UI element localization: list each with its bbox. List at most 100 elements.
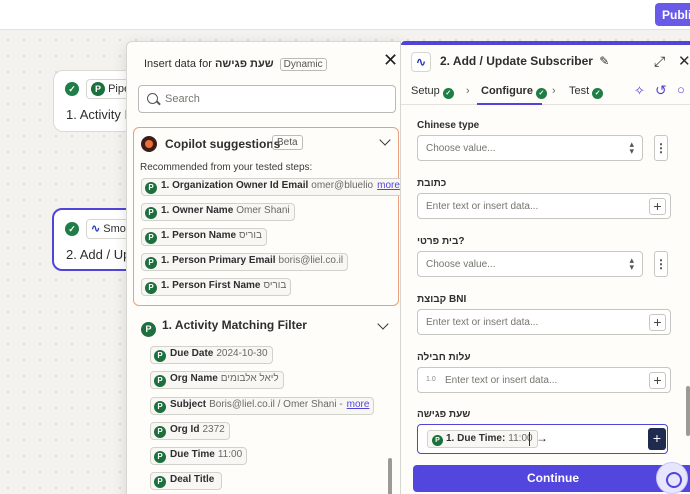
- field-label: קבוצת BNI: [417, 294, 467, 305]
- data-token[interactable]: P 1. Due Time: 11:00: [427, 430, 538, 448]
- up-down-icon: ▴ ▾: [629, 139, 634, 156]
- close-icon[interactable]: ✕: [678, 52, 690, 70]
- insert-data-icon[interactable]: +: [649, 314, 666, 331]
- input-placeholder: Enter text or insert data...: [445, 375, 558, 386]
- more-link[interactable]: more: [347, 399, 370, 410]
- close-icon[interactable]: ✕: [383, 51, 398, 69]
- pipedrive-icon: P: [145, 207, 157, 219]
- popover-heading: Insert data for שעת פגישה Dynamic: [144, 58, 327, 71]
- meeting-time-input[interactable]: P 1. Due Time: 11:00 → +: [417, 424, 668, 454]
- dynamic-badge[interactable]: Dynamic: [279, 58, 327, 71]
- suggestion-item[interactable]: P 1. Person First Name בוריס: [141, 278, 292, 296]
- item-key: 1. Owner Name: [161, 205, 234, 216]
- data-item[interactable]: P Org Name ליאל אלבומים: [150, 371, 284, 389]
- item-value: Boris@liel.co.il / Omer Shani -: [209, 399, 343, 410]
- insert-data-icon[interactable]: +: [649, 198, 666, 215]
- chevron-down-icon[interactable]: [379, 134, 391, 146]
- search-box[interactable]: [138, 85, 396, 113]
- step-complete-check-icon: ✓: [65, 222, 79, 236]
- input-placeholder: Enter text or insert data...: [426, 317, 539, 328]
- suggestion-item[interactable]: P 1. Organization Owner Id Email omer@blue…: [141, 178, 405, 196]
- search-icon: [147, 93, 158, 104]
- step-title: 1. Activity I: [66, 107, 129, 122]
- copilot-title: Copilot suggestions: [165, 137, 281, 151]
- data-item[interactable]: P Subject Boris@liel.co.il / Omer Shani - m…: [150, 397, 375, 415]
- continue-button[interactable]: Continue: [413, 465, 690, 492]
- tab-label: Setup: [411, 85, 440, 97]
- active-tab-indicator: [477, 103, 542, 105]
- suggestion-item[interactable]: P 1. Person Primary Email boris@liel.co.il: [141, 253, 349, 271]
- popover-scrollbar[interactable]: [388, 458, 392, 494]
- panel-header: ∿ 2. Add / Update Subscriber ✎ ⤢ ✕: [401, 45, 690, 77]
- panel-scrollbar[interactable]: [686, 386, 690, 436]
- up-down-icon: ▴ ▾: [629, 255, 634, 272]
- data-item[interactable]: P Deal Title: [150, 472, 223, 490]
- item-key: Org Id: [170, 424, 200, 435]
- heading-prefix: Insert data for: [144, 58, 212, 70]
- pipedrive-icon: P: [91, 82, 105, 96]
- pipedrive-icon: P: [145, 282, 157, 294]
- more-options-icon[interactable]: ⋮: [654, 251, 668, 277]
- chevron-down-icon[interactable]: [377, 318, 389, 330]
- item-key: Subject: [170, 399, 207, 410]
- more-options-icon[interactable]: ⋮: [654, 135, 668, 161]
- more-link[interactable]: more: [377, 180, 400, 191]
- field-label: עלות חבילה: [417, 352, 471, 363]
- item-value: omer@bluelio: [311, 180, 374, 191]
- item-key: 1. Organization Owner Id Email: [161, 180, 309, 191]
- sparkle-icon[interactable]: ✧: [634, 83, 645, 99]
- item-key: Due Time: [170, 449, 215, 460]
- select-placeholder: Choose value...: [426, 143, 496, 154]
- data-item[interactable]: P Due Time 11:00: [150, 447, 248, 465]
- chevron-right-icon: ›: [552, 85, 556, 97]
- package-cost-input[interactable]: 1.0 Enter text or insert data... +: [417, 367, 671, 393]
- smoove-icon: ∿: [91, 223, 101, 235]
- item-value: Omer Shani: [236, 205, 290, 216]
- chevron-right-icon: ›: [466, 85, 470, 97]
- check-icon: ✓: [535, 88, 547, 99]
- beta-badge: Beta: [272, 135, 303, 150]
- item-value: בוריס: [239, 230, 262, 241]
- pencil-icon[interactable]: ✎: [599, 54, 609, 68]
- step-section-header[interactable]: P 1. Activity Matching Filter: [141, 318, 307, 337]
- data-item[interactable]: P Org Id 2372: [150, 422, 230, 440]
- item-value: 2372: [202, 424, 225, 435]
- field-label: Chinese type: [417, 120, 480, 131]
- suggestion-item[interactable]: P 1. Person Name בוריס: [141, 228, 267, 246]
- expand-icon[interactable]: ⤢: [654, 53, 665, 70]
- data-item[interactable]: P Due Date 2024-10-30: [150, 346, 273, 364]
- select-placeholder: Choose value...: [426, 259, 496, 270]
- copilot-icon: [141, 136, 157, 152]
- item-value: boris@liel.co.il: [278, 255, 344, 266]
- token-key: 1. Due Time:: [446, 433, 506, 444]
- arrow-right-icon: →: [536, 431, 548, 445]
- tab-test[interactable]: Test ✓: [569, 85, 604, 99]
- recommended-text: Recommended from your tested steps:: [140, 162, 313, 173]
- insert-data-icon[interactable]: +: [648, 428, 666, 450]
- refresh-icon[interactable]: ↺: [655, 82, 667, 99]
- pipedrive-icon: P: [154, 375, 166, 387]
- bni-group-input[interactable]: Enter text or insert data... +: [417, 309, 671, 335]
- tab-configure[interactable]: Configure ✓: [481, 85, 547, 99]
- address-input[interactable]: Enter text or insert data... +: [417, 193, 671, 219]
- number-hint: 1.0: [426, 376, 436, 383]
- search-input[interactable]: [165, 90, 385, 108]
- input-placeholder: Enter text or insert data...: [426, 201, 539, 212]
- publish-button[interactable]: Publish: [655, 3, 690, 26]
- tab-setup[interactable]: Setup ✓: [411, 85, 454, 99]
- search-icon[interactable]: ○: [677, 82, 685, 97]
- panel-tabs: Setup ✓ › Configure ✓ › Test ✓ ✧ ↺ ○: [401, 79, 690, 105]
- item-value: 2024-10-30: [216, 348, 268, 359]
- pipedrive-icon: P: [154, 476, 166, 488]
- suggestion-item[interactable]: P 1. Owner Name Omer Shani: [141, 203, 295, 221]
- step-title: 2. Add / Up: [66, 247, 131, 262]
- field-label: בית פרטי?: [417, 236, 465, 247]
- target-field-name: שעת פגישה: [214, 58, 274, 70]
- chinese-type-select[interactable]: Choose value... ▴ ▾: [417, 135, 643, 161]
- private-house-select[interactable]: Choose value... ▴ ▾: [417, 251, 643, 277]
- insert-data-popover: Insert data for שעת פגישה Dynamic ✕ Copi…: [126, 41, 407, 494]
- help-icon[interactable]: [656, 462, 688, 494]
- pipedrive-icon: P: [432, 435, 443, 446]
- insert-data-icon[interactable]: +: [649, 372, 666, 389]
- item-key: 1. Person First Name: [161, 280, 261, 291]
